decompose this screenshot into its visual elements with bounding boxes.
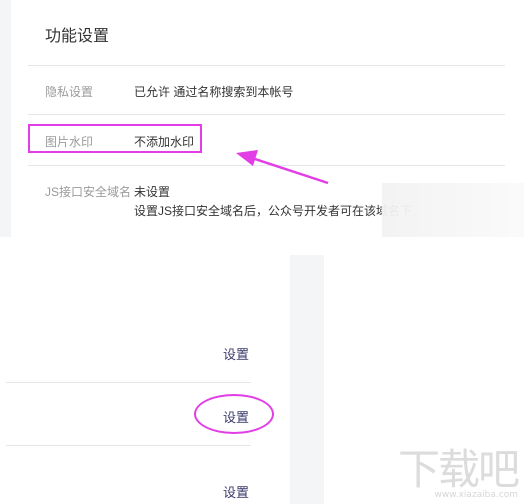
annotation-arrow-icon (236, 150, 329, 185)
divider (6, 382, 251, 383)
highlight-ellipse (194, 394, 274, 434)
settings-panel: 功能设置 隐私设置 已允许 通过名称搜索到本帐号 图片水印 不添加水印 JS接口… (0, 0, 524, 237)
js-domain-set-button[interactable]: 设置 (223, 482, 249, 501)
watermark-logo: 下载吧 (397, 445, 520, 494)
page-gutter (290, 255, 324, 504)
site-watermark: 下载吧 www.xiazaiba.com (397, 445, 520, 501)
privacy-set-button[interactable]: 设置 (223, 344, 249, 363)
divider (6, 445, 251, 446)
settings-actions-panel: 设置 设置 设置 下载吧 www.xiazaiba.com (0, 237, 524, 504)
